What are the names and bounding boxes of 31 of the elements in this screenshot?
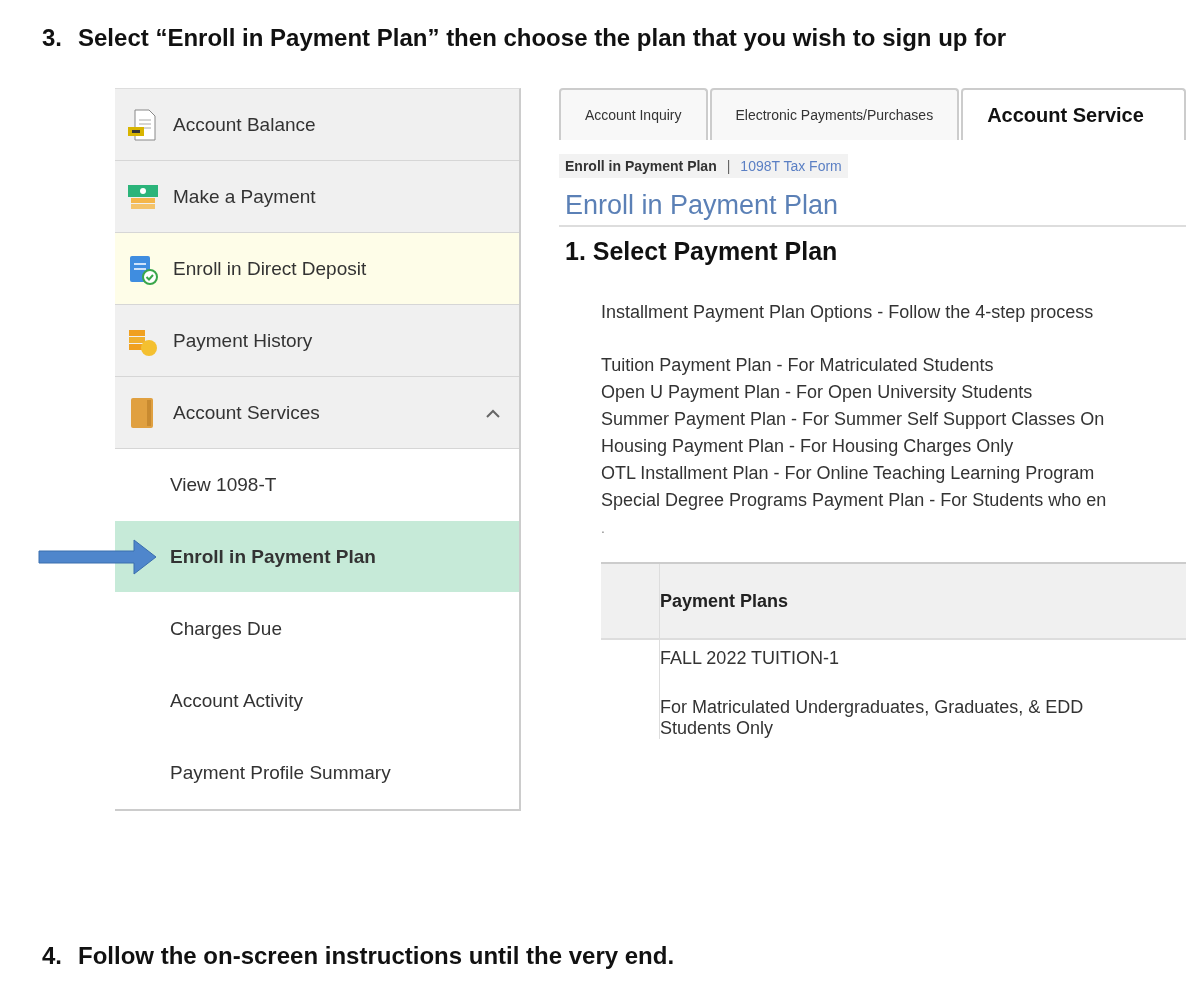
submenu-item[interactable]: Enroll in Payment Plan	[115, 521, 519, 593]
plan-option-text: Housing Payment Plan - For Housing Charges Only	[601, 435, 1015, 458]
subnav-link[interactable]: Enroll in Payment Plan	[565, 158, 717, 174]
column-header: Payment Plans	[660, 590, 789, 612]
step-instruction: Follow the on-screen instructions until the very end.	[78, 942, 675, 970]
stray-mark: .	[601, 520, 605, 536]
step-instruction: Select “Enroll in Payment Plan” then choose the plan that you wish to sign up for	[78, 24, 1007, 52]
tab[interactable]: Electronic Payments/Purchases	[709, 88, 960, 140]
step-number: 4.	[42, 942, 62, 970]
step-number: 3.	[42, 24, 62, 52]
document-icon	[127, 107, 159, 142]
section-title: 1. Select Payment Plan	[564, 237, 839, 266]
plan-option-text: Tuition Payment Plan - For Matriculated Students	[601, 354, 995, 377]
menu-item[interactable]: Payment History	[115, 305, 519, 377]
plan-description: For Matriculated Undergraduates, Graduates, & EDD Students Only	[660, 697, 1085, 739]
plan-name: FALL 2022 TUITION-1	[660, 648, 841, 669]
plan-option-text: Summer Payment Plan - For Summer Self Support Classes On	[601, 408, 1106, 431]
menu-item[interactable]: Enroll in Direct Deposit	[115, 233, 519, 305]
plan-option-text: OTL Installment Plan - For Online Teaching Learning Program	[601, 462, 1096, 485]
tab[interactable]: Account Service	[961, 88, 1186, 140]
intro-text: Installment Payment Plan Options - Follow the 4-step process	[601, 302, 1095, 323]
menu-item[interactable]: Account Services	[115, 377, 519, 449]
tab[interactable]: Account Inquiry	[559, 88, 708, 140]
separator: |	[726, 158, 731, 174]
menu-item[interactable]: Make a Payment	[115, 161, 519, 233]
page-title: Enroll in Payment Plan	[559, 190, 1186, 227]
menu-item[interactable]: Account Balance	[115, 89, 519, 161]
subnav-link[interactable]: 1098T Tax Form	[740, 158, 842, 174]
arrow-icon	[38, 538, 158, 576]
plan-option-text: Special Degree Programs Payment Plan - For Students who en	[601, 489, 1108, 512]
plan-option-text: Open U Payment Plan - For Open University Students	[601, 381, 1034, 404]
